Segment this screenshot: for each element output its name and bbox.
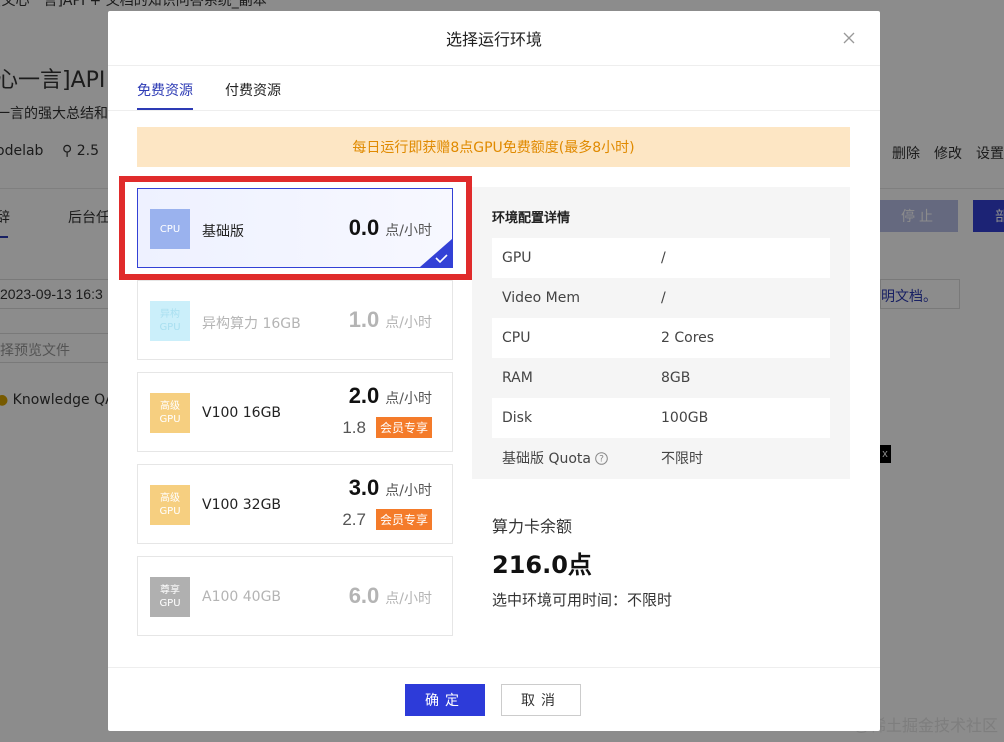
member-tag: 会员专享 <box>375 509 432 530</box>
env-config-detail: 环境配置详情 GPU / Video Mem / CPU 2 Cores RAM… <box>472 187 850 479</box>
dialog-footer: 确定 取消 <box>108 667 880 731</box>
env-card-hetero[interactable]: 异构 GPU 异构算力 16GB 1.0 点/小时 <box>137 280 453 360</box>
env-card-name: 异构算力 16GB <box>202 316 301 332</box>
env-card-v100-32gb[interactable]: 高级 GPU V100 32GB 3.0 点/小时 2.7 会员专享 <box>137 464 453 544</box>
env-card-price: 2.0 点/小时 <box>348 383 432 408</box>
gpu-badge: 异构 GPU <box>150 301 190 341</box>
cpu-badge: CPU <box>150 209 190 249</box>
free-quota-notice: 每日运行即获赠8点GPU免费额度(最多8小时) <box>137 127 850 167</box>
env-card-price: 3.0 点/小时 <box>348 475 432 500</box>
balance-label: 算力卡余额 <box>492 517 573 536</box>
member-tag: 会员专享 <box>375 417 432 438</box>
detail-row-gpu: GPU / <box>492 238 830 278</box>
env-card-name: A100 40GB <box>202 589 282 605</box>
svg-text:?: ? <box>599 454 604 464</box>
dialog-header: 选择运行环境 <box>108 11 880 66</box>
selected-check-icon <box>420 239 452 267</box>
detail-row-disk: Disk 100GB <box>492 398 830 438</box>
detail-rows: GPU / Video Mem / CPU 2 Cores RAM 8GB Di… <box>492 238 830 478</box>
select-environment-dialog: 选择运行环境 免费资源 付费资源 每日运行即获赠8点GPU免费额度(最多8小时)… <box>108 11 880 731</box>
gpu-badge: 高级 GPU <box>150 393 190 433</box>
env-card-price: 6.0 点/小时 <box>348 583 432 608</box>
confirm-button[interactable]: 确定 <box>405 684 485 716</box>
detail-row-quota: 基础版 Quota ? 不限时 <box>502 451 703 467</box>
help-icon[interactable]: ? <box>595 451 608 465</box>
tab-free-resources[interactable]: 免费资源 <box>137 66 193 110</box>
env-card-name: V100 32GB <box>202 497 282 513</box>
dialog-title: 选择运行环境 <box>445 30 542 49</box>
gpu-badge: 高级 GPU <box>150 485 190 525</box>
detail-row-cpu: CPU 2 Cores <box>492 318 830 358</box>
available-time: 选中环境可用时间：不限时 <box>492 591 673 609</box>
resource-tabs: 免费资源 付费资源 <box>108 66 880 111</box>
env-card-name: V100 16GB <box>202 405 282 421</box>
detail-title: 环境配置详情 <box>492 211 571 226</box>
cancel-button[interactable]: 取消 <box>501 684 581 716</box>
env-card-basic[interactable]: CPU 基础版 0.0 点/小时 <box>137 188 453 268</box>
detail-row-video-mem: Video Mem / <box>502 290 666 306</box>
gpu-badge: 尊享 GPU <box>150 577 190 617</box>
balance-value: 216.0点 <box>492 551 592 579</box>
tab-paid-resources[interactable]: 付费资源 <box>225 66 281 110</box>
member-price: 1.8 会员专享 <box>342 417 432 438</box>
member-price: 2.7 会员专享 <box>342 509 432 530</box>
env-card-a100-40gb[interactable]: 尊享 GPU A100 40GB 6.0 点/小时 <box>137 556 453 636</box>
close-icon[interactable] <box>838 27 860 49</box>
env-card-price: 0.0 点/小时 <box>348 215 432 240</box>
env-card-v100-16gb[interactable]: 高级 GPU V100 16GB 2.0 点/小时 1.8 会员专享 <box>137 372 453 452</box>
detail-row-ram: RAM 8GB <box>502 370 691 386</box>
env-card-name: 基础版 <box>202 224 244 240</box>
env-card-price: 1.0 点/小时 <box>348 307 432 332</box>
